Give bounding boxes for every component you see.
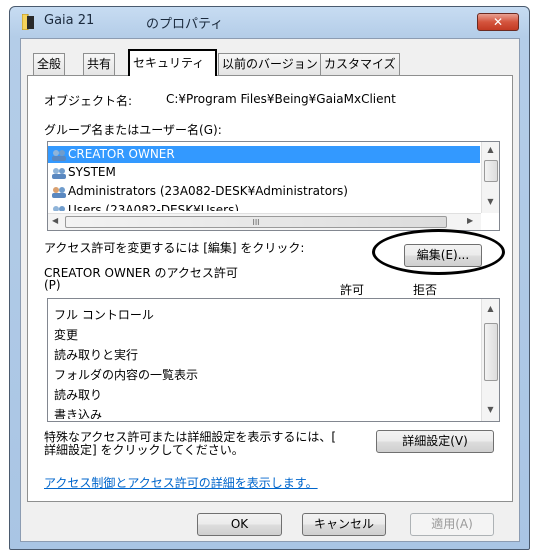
- scroll-thumb[interactable]: [484, 160, 498, 182]
- users-icon: [53, 205, 65, 211]
- advanced-hint-line2: 詳細設定] をクリックしてください。: [44, 443, 244, 457]
- users-icon: [52, 186, 66, 198]
- list-item-creator-owner[interactable]: CREATOR OWNER: [48, 146, 480, 163]
- permission-full-control: フル コントロール: [54, 308, 154, 322]
- deny-column-header: 拒否: [413, 283, 438, 297]
- permission-list-folder: フォルダの内容の一覧表示: [54, 368, 199, 382]
- permission-write: 書き込み: [54, 408, 103, 419]
- learn-more-link[interactable]: アクセス制御とアクセス許可の詳細を表示します。: [44, 474, 318, 491]
- list-item-label: SYSTEM: [68, 165, 116, 179]
- group-user-listbox[interactable]: CREATOR OWNER SYSTEM Administrators (23A…: [47, 141, 500, 231]
- window-title-suffix: のプロパティ: [146, 17, 224, 32]
- object-name-label: オブジェクト名:: [44, 94, 133, 108]
- users-icon: [52, 149, 66, 161]
- list-item-label: Administrators (23A082-DESK¥Administrato…: [68, 184, 348, 198]
- scroll-up-arrow-icon[interactable]: ▲: [482, 145, 499, 154]
- tab-sharing[interactable]: 共有: [83, 53, 116, 75]
- tab-previous-versions[interactable]: 以前のバージョン: [218, 53, 322, 75]
- folder-icon: [22, 14, 34, 30]
- permission-read-execute: 読み取りと実行: [54, 348, 139, 362]
- hscroll-thumb[interactable]: III: [65, 216, 447, 228]
- permissions-listbox[interactable]: フル コントロール 変更 読み取りと実行 フォルダの内容の一覧表示 読み取り 書…: [47, 298, 500, 422]
- allow-column-header: 許可: [340, 283, 365, 297]
- apply-button[interactable]: 適用(A): [410, 513, 494, 536]
- group-list-hscrollbar[interactable]: ◀ III ▶: [48, 213, 481, 230]
- permission-read: 読み取り: [54, 388, 103, 402]
- permissions-header: CREATOR OWNER のアクセス許可: [44, 266, 238, 280]
- list-item-users[interactable]: Users (23A082-DESK¥Users): [48, 202, 239, 211]
- ok-button[interactable]: OK: [197, 513, 282, 536]
- cancel-button[interactable]: キャンセル: [302, 513, 386, 536]
- grip-icon: III: [252, 218, 260, 227]
- permissions-header-mnemonic: (P): [44, 278, 61, 292]
- tab-customize[interactable]: カスタマイズ: [320, 53, 400, 75]
- list-item-administrators[interactable]: Administrators (23A082-DESK¥Administrato…: [48, 183, 348, 200]
- group-list-vscrollbar[interactable]: ▲ ▼: [481, 142, 499, 213]
- tab-general[interactable]: 全般: [33, 53, 66, 75]
- permissions-vscrollbar[interactable]: ▲ ▼: [481, 299, 499, 421]
- object-name-value: C:¥Program Files¥Being¥GaiaMxClient: [166, 92, 396, 106]
- advanced-button[interactable]: 詳細設定(V): [376, 430, 494, 453]
- permission-modify: 変更: [54, 328, 79, 342]
- tab-security[interactable]: セキュリティ: [128, 49, 217, 76]
- change-permission-hint: アクセス許可を変更するには [編集] をクリック:: [44, 241, 305, 255]
- window-title: Gaia 21: [44, 13, 95, 28]
- list-item-label: Users (23A082-DESK¥Users): [68, 203, 240, 211]
- scroll-down-arrow-icon[interactable]: ▼: [482, 405, 499, 414]
- close-button[interactable]: ✕: [477, 13, 519, 31]
- scroll-down-arrow-icon[interactable]: ▼: [482, 197, 499, 206]
- close-icon: ✕: [492, 15, 504, 29]
- scroll-thumb[interactable]: [484, 323, 498, 381]
- annotation-circle: [372, 229, 505, 275]
- scroll-right-arrow-icon[interactable]: ▶: [467, 216, 473, 225]
- list-item-system[interactable]: SYSTEM: [48, 164, 116, 181]
- group-list-label: グループ名またはユーザー名(G):: [44, 123, 222, 137]
- list-item-label: CREATOR OWNER: [68, 147, 175, 161]
- users-icon: [52, 167, 66, 179]
- scroll-left-arrow-icon[interactable]: ◀: [52, 216, 58, 225]
- scroll-up-arrow-icon[interactable]: ▲: [482, 304, 499, 313]
